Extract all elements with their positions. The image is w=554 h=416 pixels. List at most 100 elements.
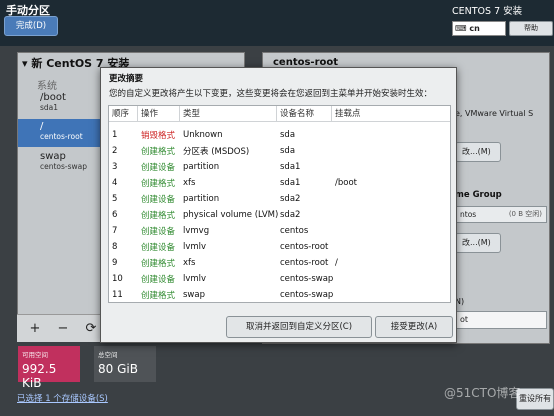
partition-toolbar: + − ⟳ [17,314,105,342]
row-order: 7 [112,226,118,236]
partition-device: centos-swap [40,162,88,171]
table-row[interactable]: 2 创建格式 分区表 (MSDOS) sda [109,143,450,159]
partition-name: swap [40,151,66,162]
row-device: sda [280,146,296,156]
row-action: 创建格式 [141,291,176,301]
done-button[interactable]: 完成(D) [4,16,58,36]
column-device[interactable]: 设备名称 [277,106,332,121]
row-action: 销毁格式 [141,131,176,141]
row-device: centos-root [280,242,329,252]
modify-device-button[interactable]: 改...(M) [455,142,501,162]
row-action: 创建设备 [141,163,176,173]
table-header: 顺序 操作 类型 设备名称 挂载点 [109,106,450,122]
table-row[interactable]: 5 创建设备 partition sda2 [109,191,450,207]
available-space-label: 可用空间 [22,351,48,359]
row-order: 11 [112,290,123,300]
row-order: 10 [112,274,123,284]
watermark-text: @51CTO博客 [444,386,521,400]
column-mount[interactable]: 挂载点 [332,106,450,121]
volume-group-free: (0 B 空闲) [508,210,542,218]
partition-name: / [40,121,44,132]
row-type: partition [183,162,220,172]
header-bar: 手动分区 完成(D) CENTOS 7 安装 ⌨ cn 帮助 [0,0,554,46]
row-type: xfs [183,178,196,188]
table-row[interactable]: 8 创建设备 lvmlv centos-root [109,239,450,255]
table-row[interactable]: 10 创建设备 lvmlv centos-swap [109,271,450,287]
table-body: 1 销毁格式 Unknown sda 2 创建格式 分区表 (MSDOS) sd… [109,122,450,303]
partition-item-root[interactable]: / centos-root [40,121,83,141]
table-row[interactable]: 6 创建格式 physical volume (LVM) sda2 [109,207,450,223]
row-type: lvmvg [183,226,210,236]
row-device: sda1 [280,178,301,188]
row-type: swap [183,290,205,300]
table-row[interactable]: 7 创建设备 lvmvg centos [109,223,450,239]
column-type[interactable]: 类型 [180,106,277,121]
row-order: 1 [112,130,118,140]
keyboard-layout-label: cn [469,24,480,33]
row-order: 3 [112,162,118,172]
table-row[interactable]: 9 创建格式 xfs centos-root / [109,255,450,271]
available-space-value: 992.5 KiB [22,362,57,390]
device-description: e, VMware Virtual S [455,109,534,118]
total-space-label: 总空间 [98,351,118,359]
reset-all-button[interactable]: 重设所有 [516,388,554,410]
total-space-value: 80 GiB [98,362,138,376]
accept-changes-button[interactable]: 接受更改(A) [375,316,453,338]
help-button[interactable]: 帮助 [509,21,553,36]
system-group-label: 系统 [37,81,57,92]
table-row[interactable]: 1 销毁格式 Unknown sda [109,127,450,143]
row-action: 创建格式 [141,147,176,157]
dialog-description: 您的自定义更改将产生以下变更，这些变更将会在您返回到主菜单并开始安装时生效： [109,89,433,99]
row-action: 创建设备 [141,227,176,237]
partition-name: /boot [40,92,66,103]
row-type: xfs [183,258,196,268]
table-row[interactable]: 3 创建设备 partition sda1 [109,159,450,175]
row-action: 创建格式 [141,179,176,189]
row-action: 创建格式 [141,259,176,269]
add-partition-button[interactable]: + [27,321,43,337]
row-order: 6 [112,210,118,220]
row-type: physical volume (LVM) [183,210,279,220]
table-row[interactable]: 11 创建格式 swap centos-swap [109,287,450,303]
row-order: 4 [112,178,118,188]
cancel-return-button[interactable]: 取消并返回到自定义分区(C) [226,316,372,338]
remove-partition-button[interactable]: − [55,321,71,337]
row-order: 9 [112,258,118,268]
storage-devices-link[interactable]: 已选择 1 个存储设备(S) [17,392,108,404]
row-device: sda [280,130,296,140]
installer-title: CENTOS 7 安装 [452,6,523,17]
partition-item-boot[interactable]: /boot sda1 [40,92,66,112]
partition-device: sda1 [40,103,59,112]
summary-of-changes-dialog: 更改摘要 您的自定义更改将产生以下变更，这些变更将会在您返回到主菜单并开始安装时… [100,67,457,343]
available-space-box: 可用空间 992.5 KiB [18,346,80,390]
configure-refresh-button[interactable]: ⟳ [83,321,99,337]
row-type: lvmlv [183,242,207,252]
column-order[interactable]: 顺序 [109,106,138,121]
volume-group-value: ntos [460,210,477,219]
row-action: 创建设备 [141,243,176,253]
row-type: partition [183,194,220,204]
row-device: centos-swap [280,290,334,300]
changes-table: 顺序 操作 类型 设备名称 挂载点 1 销毁格式 Unknown sda 2 创… [108,105,451,303]
row-mount: /boot [335,178,357,188]
modify-volume-group-button[interactable]: 改...(M) [455,233,501,253]
row-type: lvmlv [183,274,207,284]
row-device: centos-root [280,258,329,268]
partition-device: centos-root [40,132,83,141]
row-device: sda1 [280,162,301,172]
row-type: 分区表 (MSDOS) [183,147,250,157]
name-field-input[interactable]: ot [455,311,547,329]
row-action: 创建格式 [141,211,176,221]
total-space-box: 总空间 80 GiB [94,346,156,382]
column-action[interactable]: 操作 [138,106,180,121]
dialog-title: 更改摘要 [109,74,144,84]
volume-group-heading: me Group [455,190,502,200]
row-device: sda2 [280,194,301,204]
row-device: centos [280,226,309,236]
row-type: Unknown [183,130,223,140]
keyboard-layout-indicator[interactable]: ⌨ cn [452,21,506,36]
table-row[interactable]: 4 创建格式 xfs sda1 /boot [109,175,450,191]
volume-group-select[interactable]: ntos (0 B 空闲) [455,206,547,223]
row-order: 5 [112,194,118,204]
partition-item-swap[interactable]: swap centos-swap [40,151,87,171]
